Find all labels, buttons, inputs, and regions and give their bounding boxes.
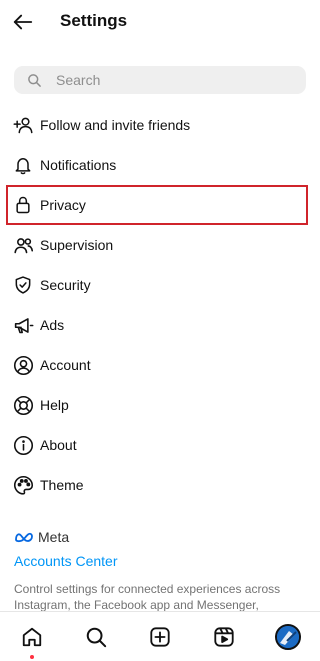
menu-item-label: Security	[40, 277, 91, 293]
menu-item-label: Account	[40, 357, 91, 373]
menu-item-about[interactable]: About	[0, 425, 320, 465]
menu-item-label: Notifications	[40, 157, 117, 173]
nav-create-button[interactable]	[144, 621, 176, 653]
bottom-navigation	[0, 611, 320, 661]
menu-item-notifications[interactable]: Notifications	[0, 145, 320, 185]
create-icon	[150, 627, 170, 647]
megaphone-icon	[12, 314, 34, 336]
add-person-icon	[12, 114, 34, 136]
settings-screen: Settings Follow and invite friends	[0, 0, 320, 661]
menu-item-supervision[interactable]: Supervision	[0, 225, 320, 265]
meta-logo-text: Meta	[38, 529, 70, 545]
menu-item-help[interactable]: Help	[0, 385, 320, 425]
header: Settings	[0, 0, 320, 44]
page-title: Settings	[60, 11, 128, 30]
menu-item-theme[interactable]: Theme	[0, 465, 320, 505]
bell-icon	[12, 154, 34, 176]
menu-item-label: Theme	[40, 477, 84, 493]
settings-menu: Follow and invite friends Notifications …	[0, 105, 320, 505]
back-button[interactable]	[10, 9, 36, 35]
menu-item-ads[interactable]: Ads	[0, 305, 320, 345]
search-icon	[26, 72, 42, 88]
profile-avatar	[275, 624, 301, 650]
menu-item-label: Help	[40, 397, 69, 413]
nav-search-button[interactable]	[80, 621, 112, 653]
nav-home-button[interactable]	[16, 621, 48, 659]
shield-icon	[12, 274, 34, 296]
menu-item-label: Privacy	[40, 197, 86, 213]
menu-item-account[interactable]: Account	[0, 345, 320, 385]
menu-item-security[interactable]: Security	[0, 265, 320, 305]
search-bar[interactable]	[14, 66, 306, 94]
palette-icon	[12, 474, 34, 496]
search-input[interactable]	[54, 71, 288, 89]
account-circle-icon	[12, 354, 34, 376]
arrow-left-icon	[13, 14, 33, 30]
people-icon	[12, 234, 34, 256]
search-icon	[86, 627, 107, 648]
notification-dot	[30, 655, 34, 659]
meta-infinity-icon	[14, 530, 36, 544]
menu-item-follow-invite[interactable]: Follow and invite friends	[0, 105, 320, 145]
lock-icon	[12, 194, 34, 216]
menu-item-privacy[interactable]: Privacy	[6, 185, 308, 225]
menu-item-label: About	[40, 437, 77, 453]
reels-icon	[214, 627, 234, 647]
lifebuoy-icon	[12, 394, 34, 416]
menu-item-label: Supervision	[40, 237, 114, 253]
nav-reels-button[interactable]	[208, 621, 240, 653]
accounts-center-link[interactable]: Accounts Center	[14, 553, 118, 569]
info-icon	[12, 434, 34, 456]
home-icon	[22, 627, 42, 647]
menu-item-label: Follow and invite friends	[40, 117, 191, 133]
menu-item-label: Ads	[40, 317, 65, 333]
meta-logo: Meta	[14, 527, 306, 547]
nav-profile-button[interactable]	[272, 621, 304, 653]
